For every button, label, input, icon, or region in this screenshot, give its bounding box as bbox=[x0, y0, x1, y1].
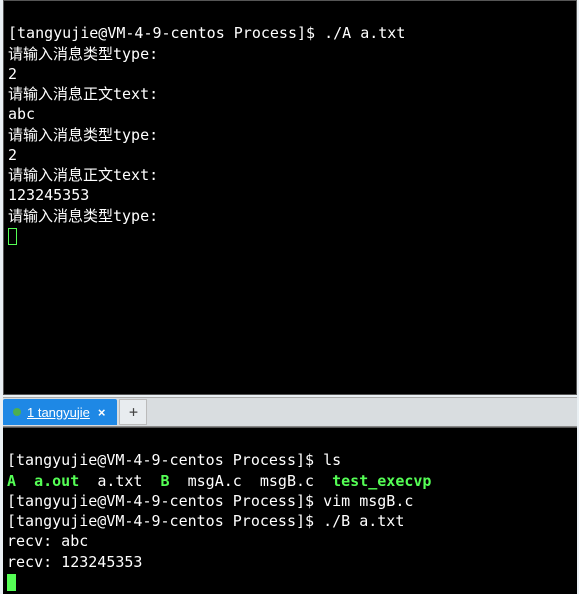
tab-bar: 1 tangyujie × + bbox=[3, 397, 577, 427]
output-line: 请输入消息正文text: bbox=[8, 85, 158, 103]
ls-item: a.txt bbox=[97, 472, 142, 490]
terminal-top-content: [tangyujie@VM-4-9-centos Process]$ ./A a… bbox=[4, 1, 576, 248]
status-dot-icon bbox=[13, 408, 21, 416]
ls-item: test_execvp bbox=[332, 472, 431, 490]
command: ./B a.txt bbox=[323, 512, 404, 530]
add-tab-button[interactable]: + bbox=[119, 399, 147, 425]
prompt: [tangyujie@VM-4-9-centos Process]$ bbox=[8, 24, 324, 42]
ls-item: msgB.c bbox=[260, 472, 314, 490]
close-icon[interactable]: × bbox=[96, 405, 108, 420]
output-line: 2 bbox=[8, 146, 17, 164]
output-line: 请输入消息类型type: bbox=[8, 126, 158, 144]
plus-icon: + bbox=[129, 403, 138, 421]
command: ./A a.txt bbox=[324, 24, 405, 42]
output-line: 请输入消息类型type: bbox=[8, 207, 158, 225]
output-line: 请输入消息类型type: bbox=[8, 45, 158, 63]
ls-item: msgA.c bbox=[188, 472, 242, 490]
ls-item: B bbox=[161, 472, 170, 490]
cursor-icon bbox=[7, 574, 16, 591]
output-line: abc bbox=[8, 105, 35, 123]
output-line: 123245353 bbox=[8, 186, 89, 204]
ls-item: A bbox=[7, 472, 16, 490]
prompt: [tangyujie@VM-4-9-centos Process]$ bbox=[7, 512, 323, 530]
terminal-bottom-content: [tangyujie@VM-4-9-centos Process]$ ls A … bbox=[3, 428, 577, 594]
command: vim msgB.c bbox=[323, 492, 413, 510]
prompt: [tangyujie@VM-4-9-centos Process]$ bbox=[7, 451, 323, 469]
ls-item: a.out bbox=[34, 472, 79, 490]
output-line: recv: abc bbox=[7, 532, 88, 550]
command: ls bbox=[323, 451, 341, 469]
cursor-icon bbox=[8, 228, 17, 245]
tab-label: 1 tangyujie bbox=[27, 405, 90, 420]
prompt: [tangyujie@VM-4-9-centos Process]$ bbox=[7, 492, 323, 510]
output-line: 请输入消息正文text: bbox=[8, 166, 158, 184]
output-line: 2 bbox=[8, 65, 17, 83]
tab-session-1[interactable]: 1 tangyujie × bbox=[3, 399, 117, 425]
terminal-pane-bottom[interactable]: [tangyujie@VM-4-9-centos Process]$ ls A … bbox=[3, 427, 577, 594]
terminal-pane-top[interactable]: [tangyujie@VM-4-9-centos Process]$ ./A a… bbox=[3, 0, 577, 395]
